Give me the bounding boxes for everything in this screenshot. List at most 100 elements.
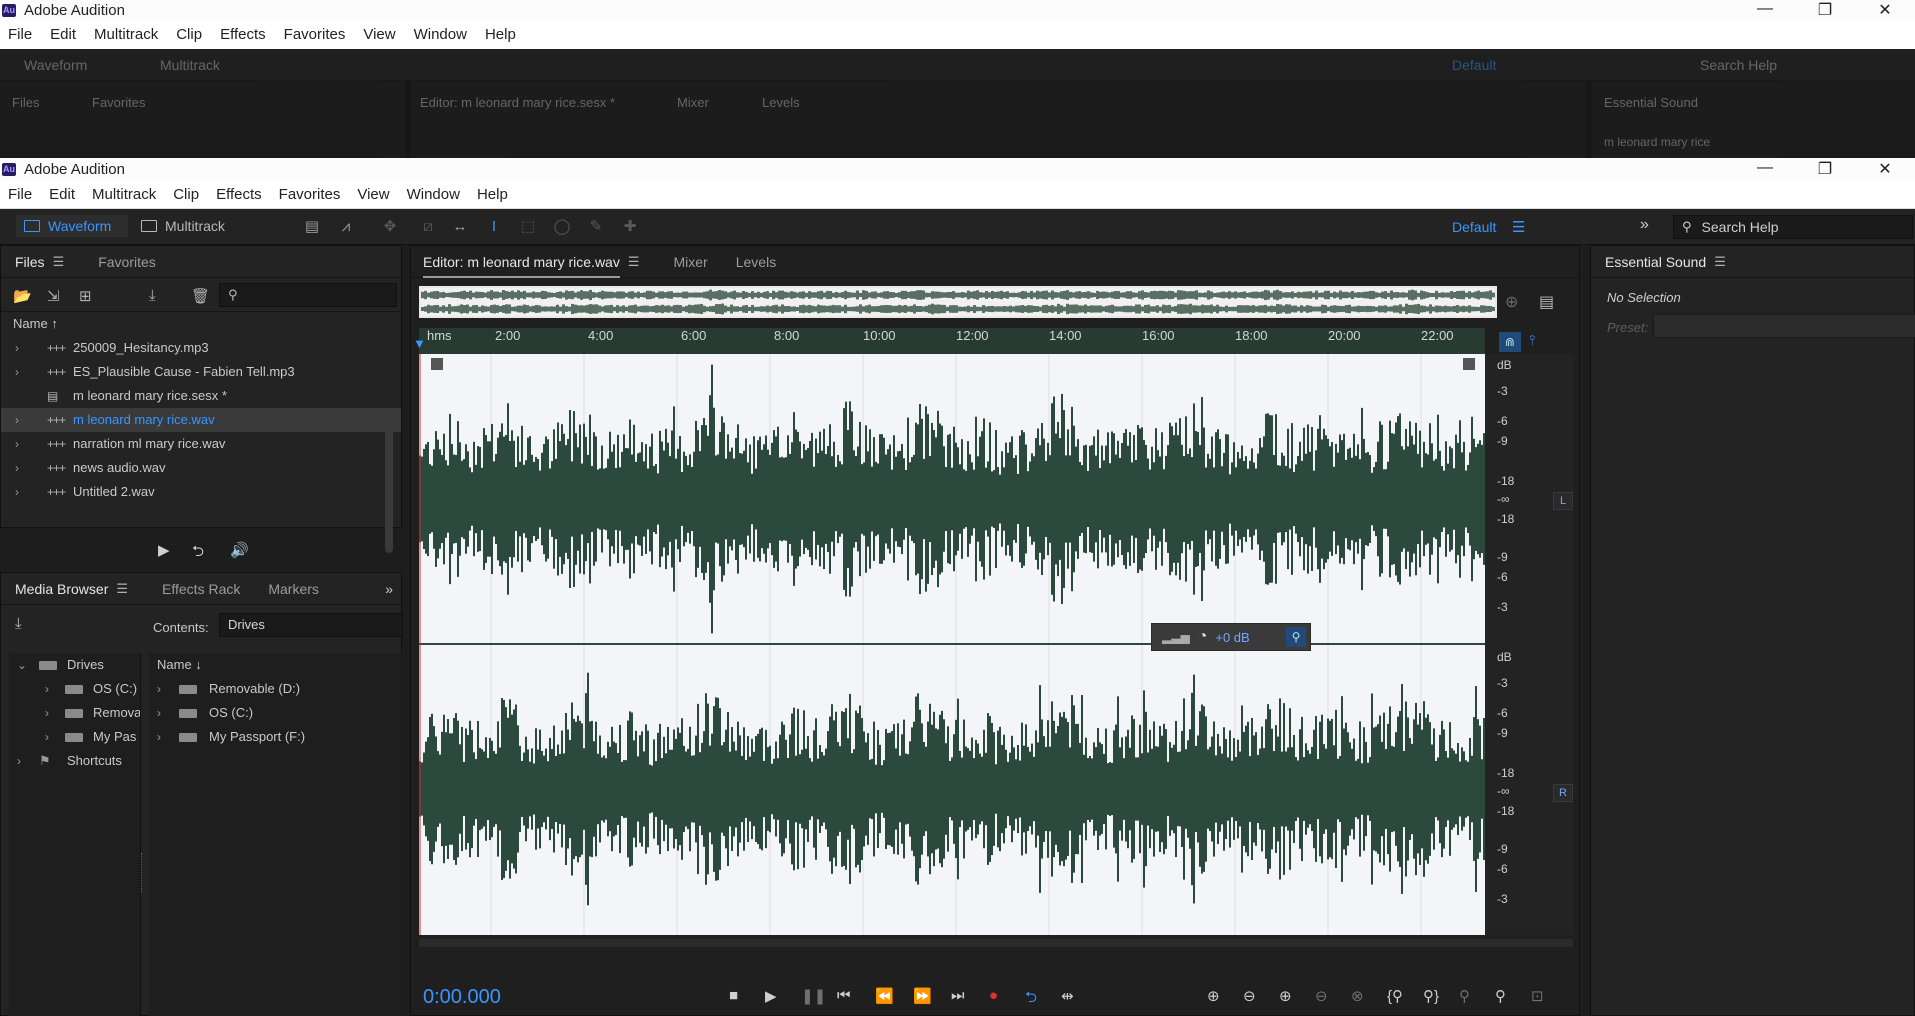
- bg-close-button[interactable]: ✕: [1855, 0, 1915, 20]
- bg-menu-file[interactable]: File: [8, 26, 32, 43]
- chevron-right-icon[interactable]: ›: [15, 408, 19, 432]
- file-row-mary-rice-wav[interactable]: › +++ m leonard mary rice.wav: [1, 408, 401, 432]
- bg-mixer-tab[interactable]: Mixer: [677, 95, 709, 110]
- bg-menu-view[interactable]: View: [363, 26, 395, 43]
- move-tool-icon[interactable]: ✥: [380, 217, 400, 237]
- skip-selection-icon[interactable]: ⇹: [1061, 987, 1074, 1005]
- time-selection-tool-icon[interactable]: I: [484, 217, 504, 237]
- fade-in-handle-icon[interactable]: [431, 358, 443, 370]
- bg-levels-tab[interactable]: Levels: [762, 95, 800, 110]
- open-file-icon[interactable]: 📂: [13, 287, 32, 305]
- hud-gain-control[interactable]: ▂▃▅ ◔ +0 dB ⚲: [1151, 623, 1311, 651]
- workspace-menu-icon[interactable]: ☰: [1512, 218, 1525, 236]
- tab-favorites[interactable]: Favorites: [98, 254, 156, 270]
- bg-menu-help[interactable]: Help: [485, 26, 516, 43]
- pitch-display-icon[interactable]: ⩘: [336, 217, 356, 237]
- overflow-chevron-icon[interactable]: »: [1640, 216, 1649, 234]
- preview-volume-icon[interactable]: 🔊: [230, 541, 249, 559]
- zoom-reset-icon[interactable]: ⊡: [1531, 987, 1544, 1005]
- zoom-out-full-icon[interactable]: ⊗: [1351, 987, 1364, 1005]
- stop-icon[interactable]: ■: [729, 987, 738, 1004]
- drive-row-os[interactable]: › OS (C:): [149, 701, 403, 725]
- zoom-in-at-out-point-icon[interactable]: ⚲}: [1423, 987, 1439, 1005]
- tab-mixer[interactable]: Mixer: [674, 254, 708, 270]
- marker-pin-icon[interactable]: ⫯: [1529, 332, 1535, 349]
- tree-item-removable[interactable]: › Remova: [9, 701, 140, 725]
- zoom-tracks-icon[interactable]: ⚲: [1495, 987, 1506, 1005]
- editor-horizontal-scrollbar[interactable]: [419, 939, 1573, 947]
- skip-to-start-icon[interactable]: ⏮: [837, 987, 851, 1004]
- insert-into-multitrack-icon[interactable]: ⤓: [149, 287, 156, 304]
- tab-editor[interactable]: Editor: m leonard mary rice.wav: [423, 254, 620, 278]
- record-icon[interactable]: ●: [989, 987, 998, 1004]
- menu-view[interactable]: View: [357, 186, 389, 203]
- chevron-right-icon[interactable]: ›: [157, 725, 161, 749]
- bg-waveform-mode[interactable]: Waveform: [24, 57, 87, 73]
- search-help-field[interactable]: ⚲ Search Help: [1673, 215, 1913, 239]
- menu-help[interactable]: Help: [477, 186, 508, 203]
- editor-panel-menu-icon[interactable]: ☰: [628, 254, 640, 270]
- bg-menu-effects[interactable]: Effects: [220, 26, 266, 43]
- slip-tool-icon[interactable]: ↔: [450, 217, 470, 237]
- spot-healing-icon[interactable]: ✚: [620, 217, 640, 237]
- drive-row-removable[interactable]: › Removable (D:): [149, 677, 403, 701]
- close-button[interactable]: ✕: [1855, 159, 1915, 179]
- hud-pin-icon[interactable]: ⚲: [1286, 627, 1306, 647]
- file-row-session[interactable]: ▤ m leonard mary rice.sesx *: [1, 384, 401, 408]
- playhead-marker-icon[interactable]: ▼: [413, 336, 426, 351]
- fast-forward-icon[interactable]: ⏩: [913, 987, 932, 1005]
- chevron-right-icon[interactable]: ›: [15, 456, 19, 480]
- chevron-right-icon[interactable]: ›: [157, 701, 161, 725]
- file-row-untitled-2[interactable]: › +++ Untitled 2.wav: [1, 480, 401, 504]
- channel-view-icon[interactable]: ▤: [1539, 292, 1554, 312]
- tab-files[interactable]: Files: [15, 254, 45, 270]
- brush-tool-icon[interactable]: ✎: [586, 217, 606, 237]
- bg-essential-tab[interactable]: Essential Sound: [1604, 95, 1698, 110]
- razor-tool-icon[interactable]: ⧄: [418, 217, 438, 237]
- delete-icon[interactable]: 🗑: [191, 287, 210, 305]
- bg-favorites-tab[interactable]: Favorites: [92, 95, 145, 110]
- bg-workspace[interactable]: Default: [1452, 57, 1496, 73]
- skip-to-end-icon[interactable]: ⏭: [951, 987, 965, 1004]
- tab-markers[interactable]: Markers: [268, 581, 319, 597]
- zoom-in-amplitude-icon[interactable]: ⊕: [1207, 987, 1220, 1005]
- channel-right-label[interactable]: R: [1553, 784, 1573, 802]
- overview-waveform[interactable]: [419, 286, 1497, 318]
- bg-editor-tab[interactable]: Editor: m leonard mary rice.sesx *: [420, 95, 615, 110]
- preset-dropdown[interactable]: [1653, 314, 1915, 338]
- zoom-to-selection-icon[interactable]: ⊕: [1505, 292, 1518, 312]
- file-row-hesitancy[interactable]: › +++ 250009_Hesitancy.mp3: [1, 336, 401, 360]
- new-file-icon[interactable]: ⊞: [79, 287, 92, 305]
- zoom-out-time-icon[interactable]: ⊖: [1315, 987, 1328, 1005]
- files-column-header[interactable]: Name ↑: [1, 312, 401, 336]
- menu-file[interactable]: File: [8, 186, 32, 203]
- gain-knob-icon[interactable]: ◔: [1198, 628, 1208, 646]
- zoom-in-at-in-point-icon[interactable]: {⚲: [1387, 987, 1403, 1005]
- loop-playback-icon[interactable]: ⮌: [1025, 987, 1037, 1012]
- workspace-selector[interactable]: Default: [1452, 219, 1496, 235]
- essential-sound-menu-icon[interactable]: ☰: [1714, 254, 1726, 270]
- menu-favorites[interactable]: Favorites: [279, 186, 341, 203]
- bg-menu-multitrack[interactable]: Multitrack: [94, 26, 158, 43]
- bg-maximize-button[interactable]: ❐: [1795, 0, 1855, 20]
- zoom-to-selection-icon[interactable]: ⚲: [1459, 987, 1470, 1005]
- channel-left-label[interactable]: L: [1553, 492, 1573, 510]
- snap-icon[interactable]: ⋒: [1499, 332, 1521, 352]
- zoom-in-time-icon[interactable]: ⊕: [1279, 987, 1292, 1005]
- drive-row-passport[interactable]: › My Passport (F:): [149, 725, 403, 749]
- marquee-tool-icon[interactable]: ⬚: [518, 217, 538, 237]
- menu-window[interactable]: Window: [407, 186, 460, 203]
- minimize-button[interactable]: —: [1735, 159, 1795, 179]
- overflow-chevron-icon[interactable]: »: [385, 581, 393, 597]
- waveform-mode-button[interactable]: Waveform: [16, 215, 128, 237]
- chevron-right-icon[interactable]: ›: [45, 677, 49, 701]
- bg-files-tab[interactable]: Files: [12, 95, 39, 110]
- chevron-right-icon[interactable]: ›: [15, 336, 19, 360]
- tree-item-passport[interactable]: › My Pas: [9, 725, 140, 749]
- chevron-right-icon[interactable]: ›: [157, 677, 161, 701]
- chevron-right-icon[interactable]: ›: [45, 701, 49, 725]
- maximize-button[interactable]: ❐: [1795, 159, 1855, 179]
- lasso-tool-icon[interactable]: ◯: [552, 217, 572, 237]
- bg-search-help[interactable]: Search Help: [1700, 57, 1777, 73]
- chevron-right-icon[interactable]: ›: [17, 749, 21, 773]
